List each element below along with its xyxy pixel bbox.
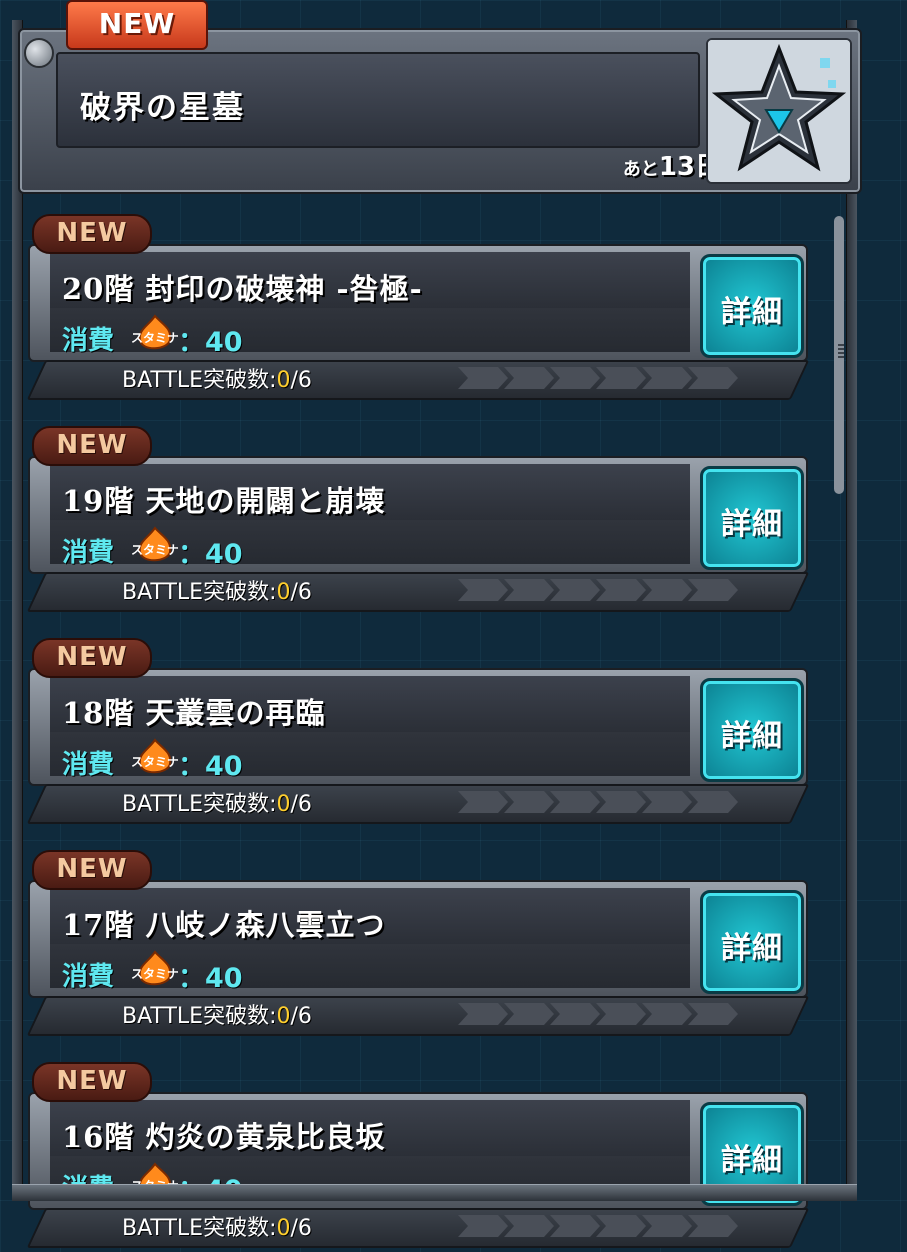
- battle-current: 0: [276, 580, 291, 605]
- new-badge: NEW: [66, 0, 208, 50]
- battle-current: 0: [276, 792, 291, 817]
- battle-label: BATTLE突破数:: [122, 368, 277, 393]
- row-new-badge: NEW: [32, 638, 152, 678]
- cost-label: 消費: [62, 326, 115, 356]
- detail-button-label: 詳細: [721, 931, 783, 966]
- left-frame: [12, 20, 23, 1200]
- stamina-text: スタミナ: [132, 755, 178, 769]
- cost-label: 消費: [62, 538, 115, 568]
- battle-count: BATTLE突破数:0/6: [122, 362, 312, 394]
- battle-total: /6: [290, 368, 312, 393]
- battle-count: BATTLE突破数:0/6: [122, 786, 312, 818]
- stamina-text: スタミナ: [132, 967, 178, 981]
- battle-progress-chevrons: [458, 791, 758, 813]
- detail-button-label: 詳細: [721, 1143, 783, 1178]
- row-new-badge: NEW: [32, 214, 152, 254]
- battle-count: BATTLE突破数:0/6: [122, 574, 312, 606]
- detail-button-label: 詳細: [721, 719, 783, 754]
- battle-progress-chevrons: [458, 1003, 758, 1025]
- battle-progress-chevrons: [458, 1215, 758, 1237]
- battle-label: BATTLE突破数:: [122, 1216, 277, 1241]
- battle-count: BATTLE突破数:0/6: [122, 1210, 312, 1242]
- quest-row[interactable]: 詳細 18階 天叢雲の再臨 消費 スタミナ ：40 BATTLE突破数:0/6 …: [26, 638, 810, 828]
- cost-label: 消費: [62, 962, 115, 992]
- quest-title: 18階 天叢雲の再臨: [62, 696, 326, 730]
- cost-value: ：40: [178, 963, 243, 994]
- row-new-badge: NEW: [32, 1062, 152, 1102]
- row-new-badge: NEW: [32, 426, 152, 466]
- battle-label: BATTLE突破数:: [122, 792, 277, 817]
- quest-row[interactable]: 詳細 16階 灼炎の黄泉比良坂 消費 スタミナ ：40 BATTLE突破数:0/…: [26, 1062, 810, 1252]
- detail-button[interactable]: 詳細: [700, 466, 804, 570]
- quest-title: 20階 封印の破壊神 -咎極-: [62, 272, 423, 306]
- battle-total: /6: [290, 1216, 312, 1241]
- quest-row[interactable]: 詳細 19階 天地の開闢と崩壊 消費 スタミナ ：40 BATTLE突破数:0/…: [26, 426, 810, 616]
- battle-current: 0: [276, 1004, 291, 1029]
- stamina-text: スタミナ: [132, 543, 178, 557]
- battle-current: 0: [276, 368, 291, 393]
- detail-button-label: 詳細: [721, 295, 783, 330]
- stamina-flame-icon: スタミナ: [132, 526, 178, 562]
- cost-value: ：40: [178, 327, 243, 358]
- battle-total: /6: [290, 792, 312, 817]
- stamina-flame-icon: スタミナ: [132, 314, 178, 350]
- scroll-grip-icon: [838, 344, 844, 358]
- quest-title: 19階 天地の開闢と崩壊: [62, 484, 386, 518]
- battle-label: BATTLE突破数:: [122, 580, 277, 605]
- stamina-flame-icon: スタミナ: [132, 950, 178, 986]
- event-title: 破界の星墓: [80, 90, 245, 126]
- battle-total: /6: [290, 1004, 312, 1029]
- remaining-prefix: あと: [622, 159, 659, 180]
- detail-button[interactable]: 詳細: [700, 678, 804, 782]
- battle-count: BATTLE突破数:0/6: [122, 998, 312, 1030]
- stamina-text: スタミナ: [132, 331, 178, 345]
- battle-current: 0: [276, 1216, 291, 1241]
- battle-progress-chevrons: [458, 579, 758, 601]
- cost-value: ：40: [178, 751, 243, 782]
- detail-button-label: 詳細: [721, 507, 783, 542]
- stamina-flame-icon: スタミナ: [132, 738, 178, 774]
- row-new-badge: NEW: [32, 850, 152, 890]
- right-frame: [846, 20, 857, 1200]
- battle-progress-chevrons: [458, 367, 758, 389]
- detail-button[interactable]: 詳細: [700, 254, 804, 358]
- quest-title: 16階 灼炎の黄泉比良坂: [62, 1120, 386, 1154]
- battle-total: /6: [290, 580, 312, 605]
- bolt-icon: [24, 38, 54, 68]
- quest-row[interactable]: 詳細 20階 封印の破壊神 -咎極- 消費 スタミナ ：40 BATTLE突破数…: [26, 214, 810, 404]
- battle-label: BATTLE突破数:: [122, 1004, 277, 1029]
- bottom-frame: [12, 1184, 857, 1201]
- quest-title: 17階 八岐ノ森八雲立つ: [62, 908, 386, 942]
- star-emblem-icon: [706, 38, 852, 184]
- header-title-panel: 破界の星墓: [56, 52, 700, 148]
- detail-button[interactable]: 詳細: [700, 890, 804, 994]
- cost-label: 消費: [62, 750, 115, 780]
- quest-row[interactable]: 詳細 17階 八岐ノ森八雲立つ 消費 スタミナ ：40 BATTLE突破数:0/…: [26, 850, 810, 1040]
- cost-value: ：40: [178, 539, 243, 570]
